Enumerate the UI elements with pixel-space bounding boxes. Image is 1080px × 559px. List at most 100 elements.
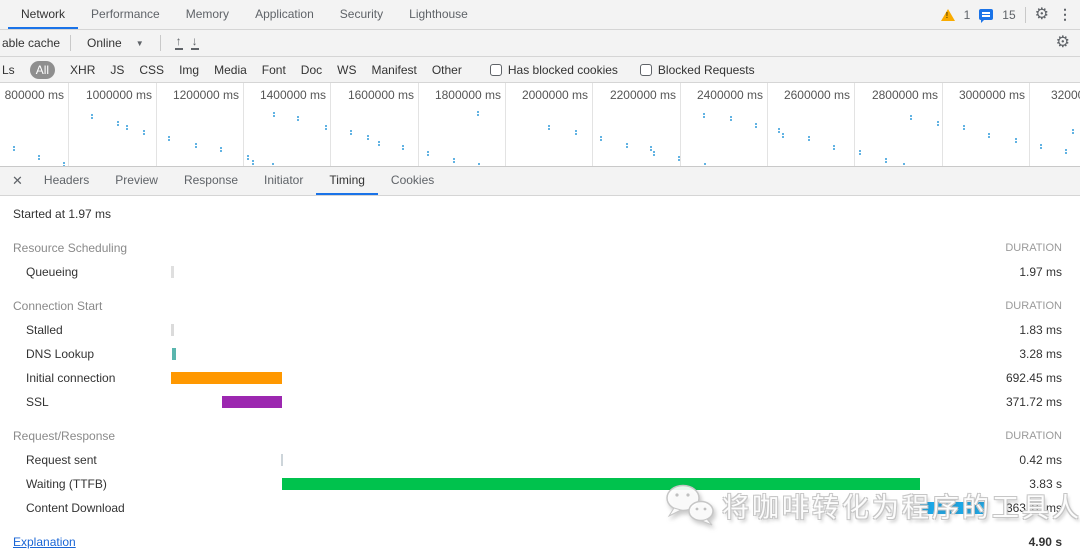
divider [1024,6,1026,23]
filter-type-all[interactable]: All [29,60,56,79]
request-dot [782,133,784,135]
hide-data-urls-label-fragment[interactable]: Ls [2,63,15,77]
filter-type-font[interactable]: Font [262,63,286,77]
warning-icon[interactable] [940,8,955,21]
request-dot [195,143,197,145]
disable-cache-label[interactable]: able cache [2,36,60,50]
tab-lighthouse[interactable]: Lighthouse [396,0,481,29]
request-dot [478,163,480,165]
timeline-tick-label: 1000000 ms [85,88,152,102]
duration-column-header: DURATION [1005,242,1062,254]
filter-type-js[interactable]: JS [110,63,124,77]
import-har-icon[interactable]: ↑ [174,35,183,50]
issues-message-icon[interactable] [979,9,994,23]
checkbox-icon[interactable] [489,63,502,76]
request-dot [703,113,705,115]
section-title: Connection Start [13,299,103,313]
close-icon[interactable]: ✕ [4,173,31,189]
request-dot [252,160,254,162]
toolbar-right-icons: 1 15 ⚙ ⋮ [940,6,1080,23]
request-dot [778,128,780,130]
filter-type-other[interactable]: Other [432,63,462,77]
request-dot [833,145,835,147]
timing-row-dns-lookup: DNS Lookup 3.28 ms [0,342,1080,366]
export-har-icon[interactable]: ↓ [190,35,199,50]
section-title: Request/Response [13,429,116,443]
timing-row-initial-connection: Initial connection 692.45 ms [0,366,1080,390]
timing-row-waiting-ttfb: Waiting (TTFB) 3.83 s [0,472,1080,496]
filter-type-manifest[interactable]: Manifest [371,63,416,77]
timeline-tick-label: 1600000 ms [347,88,414,102]
warning-count[interactable]: 1 [964,8,971,22]
filter-type-media[interactable]: Media [214,63,247,77]
timing-row-label: DNS Lookup [26,347,95,361]
filter-type-ws[interactable]: WS [337,63,356,77]
timeline-tick-label: 1800000 ms [434,88,501,102]
section-header-request-response: Request/Response DURATION [0,424,1080,448]
timing-row-value: 0.42 ms [1019,453,1062,467]
issues-count[interactable]: 15 [1002,8,1015,22]
detail-tab-initiator[interactable]: Initiator [251,167,316,195]
checkbox-label: Blocked Requests [657,62,755,77]
request-dot [755,123,757,125]
throttling-value: Online [87,36,122,50]
filter-checkbox-has-blocked-cookies[interactable]: Has blocked cookies [489,63,618,77]
request-dot [910,115,912,117]
request-dot [427,151,429,153]
filter-type-img[interactable]: Img [179,63,199,77]
timing-sections: Resource Scheduling DURATION Queueing 1.97 … [0,236,1080,520]
timeline-tick-label: 800000 ms [4,88,64,102]
filter-checkbox-blocked-requests[interactable]: Blocked Requests [639,62,755,77]
devtools-main-toolbar: Network Performance Memory Application Secur… [0,0,1080,30]
throttling-select[interactable]: Online ▼ [87,36,144,50]
timing-bar-queueing [171,266,174,278]
network-overview-timeline[interactable]: 800000 ms 1000000 ms 1200000 ms 1400000 ms 1… [0,83,1080,167]
tab-memory[interactable]: Memory [173,0,242,29]
detail-tab-preview[interactable]: Preview [102,167,171,195]
filter-type-xhr[interactable]: XHR [70,63,95,77]
request-dot [247,155,249,157]
timing-row-request-sent: Request sent 0.42 ms [0,448,1080,472]
request-dot [350,130,352,132]
timing-row-label: SSL [26,395,49,409]
request-dot [859,150,861,152]
request-dot [220,147,222,149]
settings-gear-icon[interactable]: ⚙ [1035,6,1049,23]
timeline-tick-label: 2000000 ms [521,88,588,102]
filter-bar: Ls All XHR JS CSS Img Media Font Doc WS Manifest O… [0,57,1080,83]
timing-row-label: Request sent [26,453,97,467]
tab-application[interactable]: Application [242,0,327,29]
request-dot [704,163,706,165]
checkbox-icon[interactable] [639,63,652,76]
network-settings-gear-icon[interactable]: ⚙ [1056,35,1070,51]
request-detail-tabbar: ✕ Headers Preview Response Initiator Timing C… [0,167,1080,196]
tab-network[interactable]: Network [8,0,79,29]
request-dot [903,163,905,165]
tab-performance[interactable]: Performance [78,0,173,29]
request-type-filters: All XHR JS CSS Img Media Font Doc WS Manifest Othe… [29,57,462,82]
filter-type-css[interactable]: CSS [139,63,164,77]
started-at-text: Started at 1.97 ms [13,207,112,221]
request-dot [937,121,939,123]
tab-security[interactable]: Security [327,0,396,29]
request-dot [808,136,810,138]
explanation-link[interactable]: Explanation [13,535,76,549]
timing-row-value: 3.28 ms [1019,347,1062,361]
filter-type-doc[interactable]: Doc [301,63,322,77]
timing-row-content-download: Content Download 363.10 ms [0,496,1080,520]
detail-tab-headers[interactable]: Headers [31,167,102,195]
request-dot [1015,138,1017,140]
request-dot [600,136,602,138]
request-dot [325,125,327,127]
main-tab-strip: Network Performance Memory Application Secur… [8,0,481,29]
detail-tab-timing[interactable]: Timing [316,167,378,195]
timing-row-value: 3.83 s [1029,477,1062,491]
request-dot [653,151,655,153]
request-dot [548,125,550,127]
timeline-tick-label: 2600000 ms [783,88,850,102]
timeline-tick-label: 2800000 ms [871,88,938,102]
detail-tab-response[interactable]: Response [171,167,251,195]
detail-tab-cookies[interactable]: Cookies [378,167,447,195]
kebab-menu-icon[interactable]: ⋮ [1058,6,1072,23]
timing-bar-stalled [171,324,174,336]
